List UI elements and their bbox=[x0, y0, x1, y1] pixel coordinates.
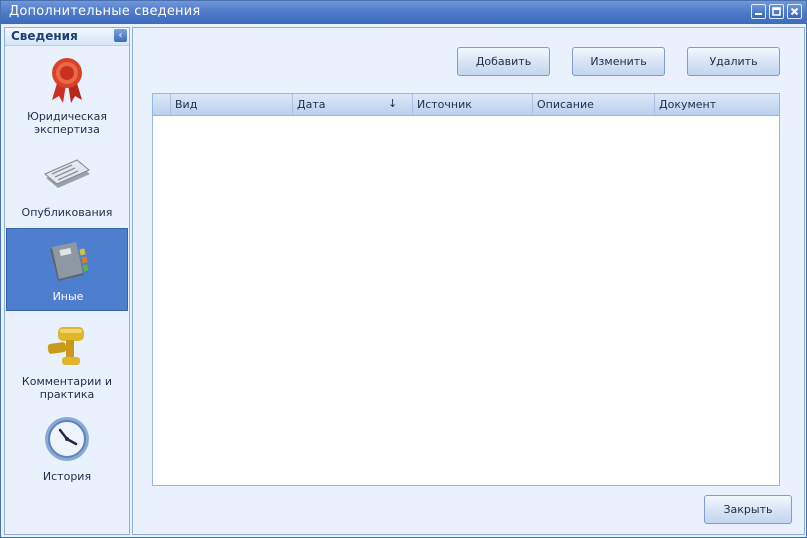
sort-down-arrow-icon: ↓ bbox=[388, 97, 398, 110]
row-selector-header[interactable] bbox=[153, 94, 171, 115]
sidebar-item-label: Иные bbox=[52, 290, 84, 303]
column-header-description[interactable]: Описание bbox=[533, 94, 655, 115]
sidebar-title: Сведения bbox=[11, 29, 78, 43]
book-icon bbox=[50, 242, 89, 281]
seal-ribbon-icon bbox=[52, 58, 82, 103]
window-title: Дополнительные сведения bbox=[9, 4, 201, 19]
clock-icon bbox=[45, 417, 89, 461]
table-header: Вид Дата ↓ Источник Описание Документ bbox=[153, 94, 779, 116]
close-button[interactable]: Закрыть bbox=[704, 495, 792, 524]
title-bar[interactable]: Дополнительные сведения bbox=[1, 1, 806, 24]
edit-button[interactable]: Изменить bbox=[572, 47, 665, 76]
chevron-left-icon[interactable]: ‹ bbox=[114, 29, 127, 42]
sidebar-item-label: Комментарии и практика bbox=[21, 375, 113, 401]
sidebar-item-legal-expertise[interactable]: Юридическая экспертиза bbox=[6, 48, 128, 140]
gavel-icon bbox=[47, 327, 84, 365]
delete-button[interactable]: Удалить bbox=[687, 47, 780, 76]
column-header-document[interactable]: Документ bbox=[655, 94, 779, 115]
sidebar-item-other[interactable]: Иные bbox=[6, 228, 128, 311]
add-button[interactable]: Добавить bbox=[457, 47, 550, 76]
sidebar-item-label: Опубликования bbox=[21, 206, 113, 219]
sidebar-item-comments-practice[interactable]: Комментарии и практика bbox=[6, 318, 128, 408]
column-header-type[interactable]: Вид bbox=[171, 94, 293, 115]
minimize-icon[interactable] bbox=[751, 4, 766, 19]
column-header-date[interactable]: Дата ↓ bbox=[293, 94, 413, 115]
sidebar-item-publications[interactable]: Опубликования bbox=[6, 150, 128, 226]
close-icon[interactable] bbox=[787, 4, 802, 19]
sidebar-item-history[interactable]: История bbox=[6, 413, 128, 483]
newspaper-icon bbox=[44, 159, 90, 188]
maximize-icon[interactable] bbox=[769, 4, 784, 19]
sidebar-item-label: Юридическая экспертиза bbox=[26, 110, 108, 136]
sidebar: Сведения ‹ Юридическая экспертиза Опубли… bbox=[4, 27, 130, 535]
records-table[interactable]: Вид Дата ↓ Источник Описание Документ bbox=[152, 93, 780, 486]
sidebar-header: Сведения ‹ bbox=[5, 28, 129, 46]
sidebar-item-label: История bbox=[42, 470, 92, 483]
window: Дополнительные сведения Сведения ‹ Юриди… bbox=[0, 0, 807, 538]
column-header-source[interactable]: Источник bbox=[413, 94, 533, 115]
